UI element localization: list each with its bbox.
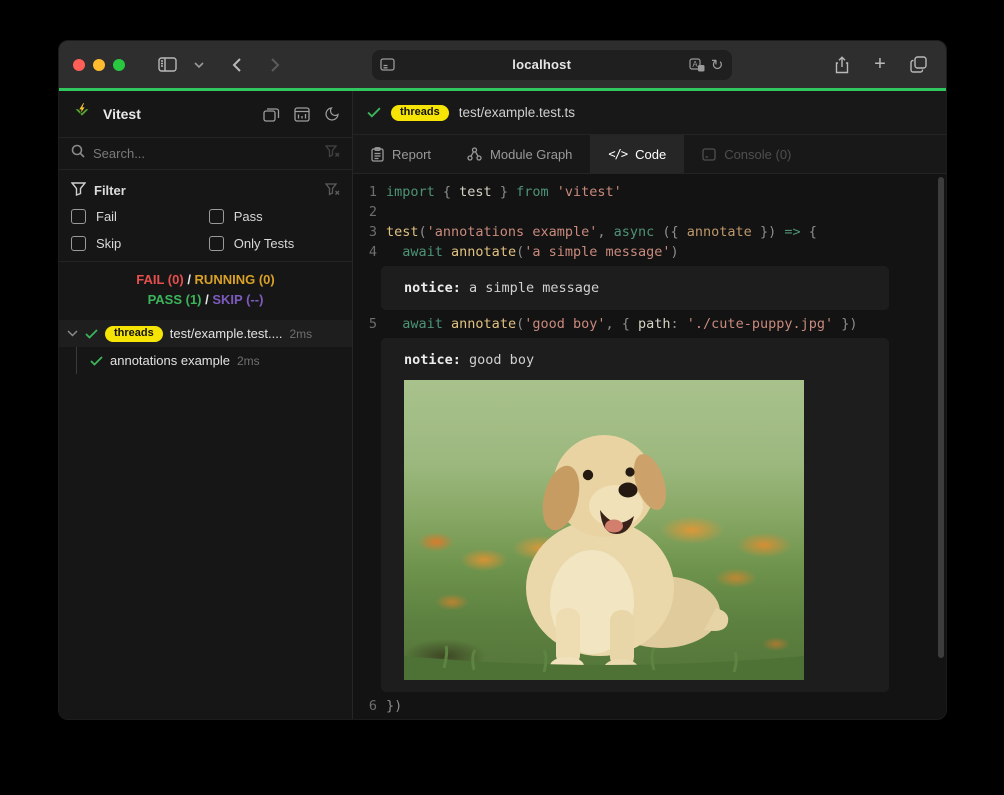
tab-module-graph[interactable]: Module Graph	[449, 135, 590, 173]
checkbox-box[interactable]	[209, 209, 224, 224]
chevron-down-icon[interactable]	[67, 330, 78, 337]
filter-checkbox-skip[interactable]: Skip	[71, 236, 209, 251]
svg-text:A: A	[692, 60, 698, 69]
vitest-sidebar: Vitest	[59, 91, 353, 720]
browser-titlebar: localhost A ↻ +	[59, 41, 946, 88]
test-file-name: test/example.test....	[170, 326, 283, 341]
tab-label: Code	[635, 147, 666, 162]
view-tabs: Report Module Graph </> Code	[353, 135, 946, 174]
back-button[interactable]	[223, 51, 251, 79]
console-icon	[702, 148, 716, 161]
tab-console[interactable]: Console (0)	[684, 135, 809, 173]
checkbox-box[interactable]	[71, 209, 86, 224]
filter-panel: Filter Fail Pass	[59, 170, 352, 262]
dark-mode-toggle-icon[interactable]	[324, 106, 340, 122]
tab-report[interactable]: Report	[353, 135, 449, 173]
tree-indent-guide	[76, 347, 77, 374]
reload-icon[interactable]: ↻	[711, 56, 724, 74]
checkbox-label: Fail	[96, 209, 117, 224]
annotation-notice-with-image: notice: good boy	[381, 338, 889, 692]
report-icon	[371, 147, 384, 162]
close-window-button[interactable]	[73, 59, 85, 71]
filter-title: Filter	[94, 183, 126, 198]
search-icon	[71, 144, 85, 163]
tab-code[interactable]: </> Code	[590, 135, 684, 173]
pool-badge: threads	[105, 326, 163, 342]
tab-label: Report	[392, 147, 431, 162]
code-line: 5 await annotate('good boy', { path: './…	[353, 314, 946, 334]
code-icon: </>	[608, 147, 627, 161]
new-tab-icon[interactable]: +	[866, 51, 894, 79]
code-line: 4 await annotate('a simple message')	[353, 242, 946, 262]
tab-label: Console (0)	[724, 147, 791, 162]
test-case-row[interactable]: annotations example 2ms	[59, 347, 352, 374]
tab-label: Module Graph	[490, 147, 572, 162]
clear-search-filter-icon[interactable]	[325, 145, 340, 163]
url-text: localhost	[395, 57, 689, 72]
browser-window: localhost A ↻ +	[58, 40, 947, 720]
app-title: Vitest	[103, 106, 263, 122]
fail-count: FAIL (0)	[136, 272, 183, 287]
address-bar[interactable]: localhost A ↻	[372, 50, 732, 80]
pass-check-icon	[85, 329, 98, 339]
page-settings-icon[interactable]	[380, 58, 395, 71]
dashboard-toggle-icon[interactable]	[263, 106, 280, 122]
annotation-message: a simple message	[469, 280, 599, 296]
annotation-label: notice:	[404, 280, 461, 296]
clear-filter-icon[interactable]	[325, 183, 340, 199]
annotation-label: notice:	[404, 352, 461, 368]
pass-count: PASS (1)	[148, 292, 202, 307]
sidebar-toggle-icon[interactable]	[153, 51, 181, 79]
tab-overview-icon[interactable]	[904, 51, 932, 79]
skip-count: SKIP (--)	[212, 292, 263, 307]
test-case-name: annotations example	[110, 353, 230, 368]
main-panel: threads test/example.test.ts Report	[353, 91, 946, 720]
test-file-row[interactable]: threads test/example.test.... 2ms	[59, 320, 352, 347]
open-file-name: test/example.test.ts	[459, 105, 575, 120]
checkbox-label: Pass	[234, 209, 263, 224]
sidebar-menu-chevron-icon[interactable]	[191, 51, 207, 79]
module-graph-icon	[467, 147, 482, 162]
file-header: threads test/example.test.ts	[353, 91, 946, 135]
checkbox-box[interactable]	[209, 236, 224, 251]
search-row	[59, 138, 352, 170]
traffic-lights	[73, 59, 125, 71]
share-icon[interactable]	[828, 51, 856, 79]
annotation-message: good boy	[469, 352, 534, 368]
pass-check-icon	[367, 107, 381, 118]
filter-checkbox-pass[interactable]: Pass	[209, 209, 340, 224]
filter-checkbox-fail[interactable]: Fail	[71, 209, 209, 224]
vitest-logo-icon	[71, 101, 93, 128]
test-duration: 2ms	[237, 354, 260, 368]
translate-icon[interactable]: A	[689, 58, 705, 72]
filter-icon	[71, 182, 86, 199]
code-line: 3test('annotations example', async ({ an…	[353, 222, 946, 242]
code-line: 1import { test } from 'vitest'	[353, 182, 946, 202]
checkbox-box[interactable]	[71, 236, 86, 251]
search-input[interactable]	[93, 146, 317, 161]
code-editor[interactable]: 1import { test } from 'vitest' 2 3test('…	[353, 174, 946, 720]
checkbox-label: Only Tests	[234, 236, 294, 251]
zoom-window-button[interactable]	[113, 59, 125, 71]
minimize-window-button[interactable]	[93, 59, 105, 71]
forward-button[interactable]	[261, 51, 289, 79]
code-line: 6})	[353, 696, 946, 716]
pool-badge: threads	[391, 105, 449, 121]
scrollbar-thumb[interactable]	[938, 177, 944, 658]
running-count: RUNNING (0)	[195, 272, 275, 287]
code-line: 2	[353, 202, 946, 222]
annotation-notice: notice: a simple message	[381, 266, 889, 310]
filter-checkbox-only-tests[interactable]: Only Tests	[209, 236, 340, 251]
report-view-icon[interactable]	[294, 106, 310, 122]
checkbox-label: Skip	[96, 236, 121, 251]
sidebar-header: Vitest	[59, 91, 352, 138]
pass-check-icon	[90, 356, 103, 366]
code-line: 7	[353, 716, 946, 720]
test-status-summary: FAIL (0) / RUNNING (0) PASS (1) / SKIP (…	[59, 262, 352, 320]
puppy-attachment-image[interactable]	[404, 380, 804, 680]
test-duration: 2ms	[289, 327, 312, 341]
